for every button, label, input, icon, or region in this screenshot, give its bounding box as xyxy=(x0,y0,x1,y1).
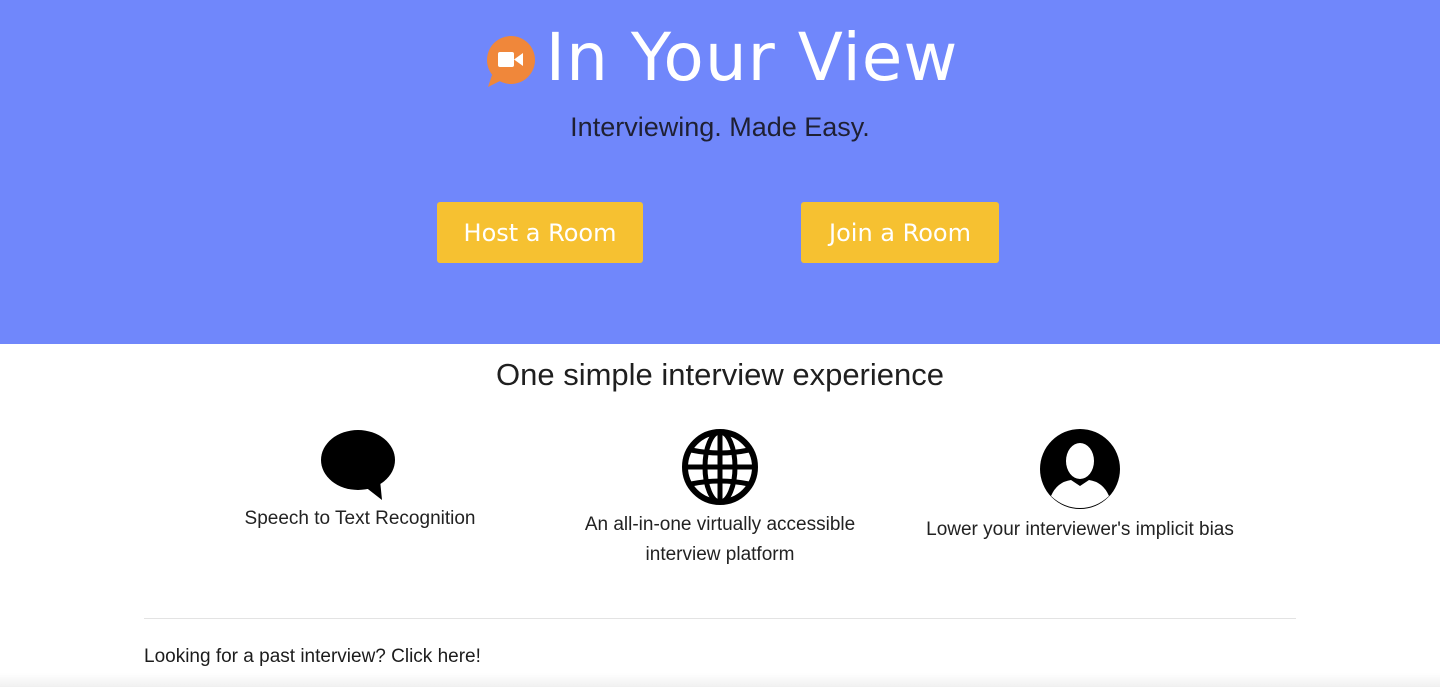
hero-banner: In Your View Interviewing. Made Easy. Ho… xyxy=(0,0,1440,344)
divider xyxy=(144,618,1296,619)
app-title: In Your View xyxy=(545,19,959,96)
globe-icon xyxy=(682,429,758,505)
video-camera-chat-bubble-icon xyxy=(486,36,535,87)
feature-text: Speech to Text Recognition xyxy=(244,508,476,529)
feature-implicit-bias: Lower your interviewer's implicit bias xyxy=(900,428,1260,545)
feature-text: Lower your interviewer's implicit bias xyxy=(926,519,1234,540)
user-silhouette-icon xyxy=(1040,429,1120,509)
tagline: Interviewing. Made Easy. xyxy=(570,112,870,142)
bottom-shadow xyxy=(0,673,1440,687)
join-room-button[interactable]: Join a Room xyxy=(801,202,999,263)
host-room-button[interactable]: Host a Room xyxy=(437,202,643,263)
feature-text: An all-in-one virtually accessible inter… xyxy=(584,514,856,565)
speech-bubble-icon xyxy=(321,430,395,500)
feature-virtual-platform: An all-in-one virtually accessible inter… xyxy=(540,428,900,570)
feature-speech-to-text: Speech to Text Recognition xyxy=(180,428,540,534)
features-heading: One simple interview experience xyxy=(496,357,944,392)
past-interview-link[interactable]: Looking for a past interview? Click here… xyxy=(144,646,481,668)
brand: In Your View xyxy=(0,18,1440,98)
